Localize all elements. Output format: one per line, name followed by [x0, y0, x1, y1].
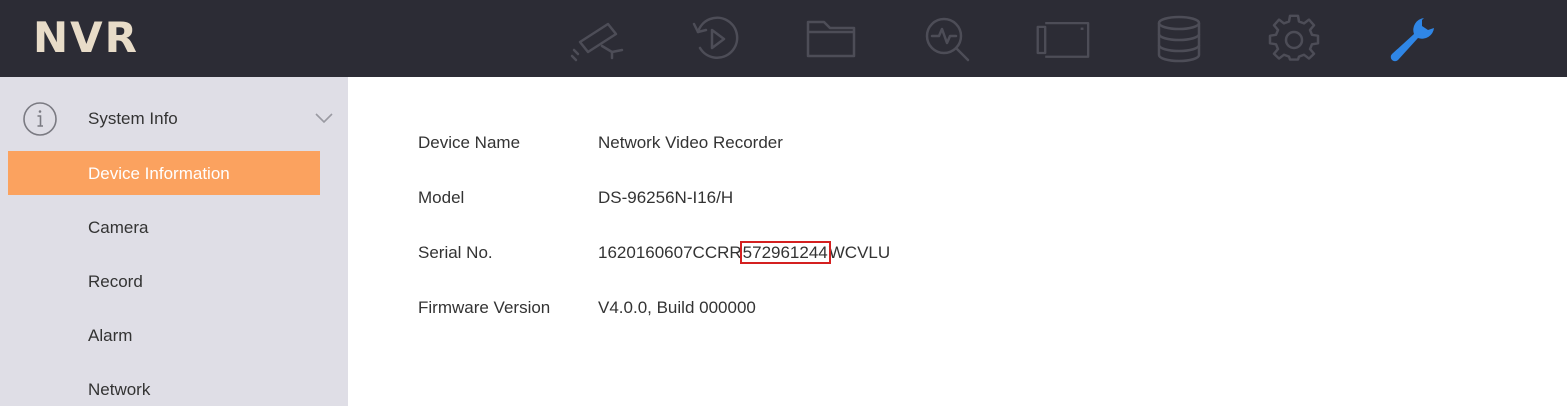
- sidebar: System Info Device Information Camera Re…: [0, 77, 348, 406]
- system-info-group[interactable]: System Info: [0, 77, 348, 152]
- serial-prefix: 1620160607CCRR: [598, 243, 742, 262]
- sidebar-item-record[interactable]: Record: [8, 259, 320, 303]
- model-label: Model: [418, 188, 465, 207]
- sidebar-item-device-information[interactable]: Device Information: [8, 151, 320, 195]
- storage-icon[interactable]: [1152, 14, 1208, 64]
- device-information-panel: Device Name Network Video Recorder Model…: [348, 77, 1567, 406]
- sidebar-item-label: Camera: [88, 218, 149, 237]
- maintenance-wrench-icon[interactable]: [1384, 14, 1440, 64]
- serial-number-value: 1620160607CCRR572961244WCVLU: [598, 241, 891, 264]
- nvr-logo: NVR: [33, 13, 139, 62]
- configuration-gear-icon[interactable]: [1266, 14, 1322, 64]
- system-info-label: System Info: [88, 109, 178, 128]
- smart-search-icon[interactable]: [920, 14, 976, 64]
- sidebar-item-label: Network: [88, 380, 151, 399]
- sidebar-item-label: Alarm: [88, 326, 133, 345]
- firmware-version-value: V4.0.0, Build 000000: [598, 298, 756, 317]
- serial-suffix: WCVLU: [828, 243, 891, 262]
- top-navigation-bar: NVR: [0, 0, 1567, 77]
- info-icon: [22, 101, 58, 137]
- camera-management-icon[interactable]: [1034, 14, 1090, 64]
- sidebar-item-label: Record: [88, 272, 143, 291]
- device-name-value: Network Video Recorder: [598, 133, 783, 152]
- sidebar-item-network[interactable]: Network: [8, 367, 320, 411]
- serial-number-label: Serial No.: [418, 243, 493, 262]
- serial-highlight: 572961244: [739, 241, 831, 264]
- firmware-version-label: Firmware Version: [418, 298, 551, 317]
- file-folder-icon[interactable]: [804, 14, 860, 64]
- sidebar-item-label: Device Information: [88, 164, 230, 183]
- device-name-label: Device Name: [418, 133, 521, 152]
- live-view-camera-icon[interactable]: [568, 14, 624, 64]
- model-value: DS-96256N-I16/H: [598, 188, 734, 207]
- sidebar-item-alarm[interactable]: Alarm: [8, 313, 320, 357]
- sidebar-item-camera[interactable]: Camera: [8, 205, 320, 249]
- playback-icon[interactable]: [688, 14, 744, 64]
- chevron-down-icon[interactable]: [314, 111, 334, 125]
